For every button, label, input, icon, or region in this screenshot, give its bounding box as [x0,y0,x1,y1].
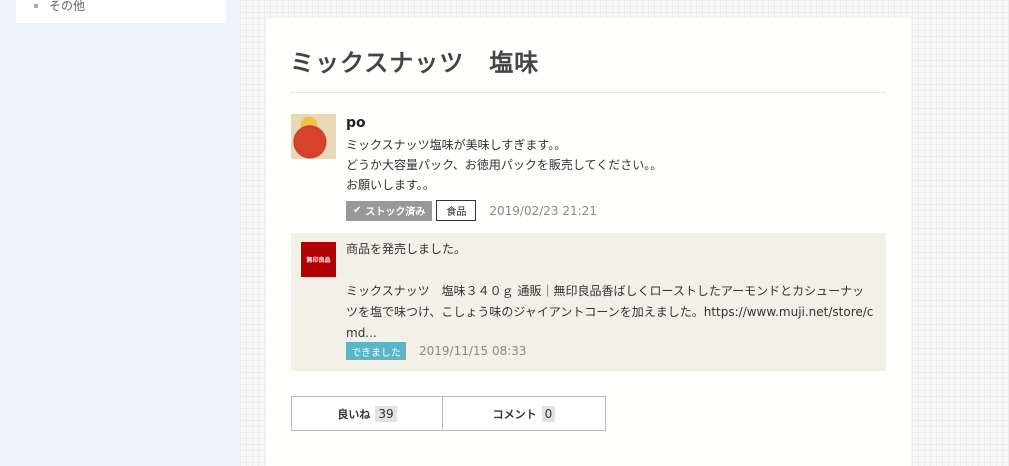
post-body: ミックスナッツ塩味が美味しすぎます。。 どうか大容量パック、お徳用パックを販売し… [346,135,866,195]
reply-line: 商品を発売しました。 [346,242,467,256]
sidebar-category-box: その他 [16,0,226,23]
comment-count: 0 [541,405,556,422]
bullet-icon [34,3,38,8]
post-date: 2019/02/23 21:21 [489,203,597,218]
sidebar-item-label: その他 [49,0,86,13]
post-line: どうか大容量パック、お徳用パックを販売してください。。 [346,158,663,172]
like-count: 39 [375,405,397,422]
reply-meta: できました 2019/11/15 08:33 [346,342,527,360]
request-card: ミックスナッツ 塩味 po ミックスナッツ塩味が美味しすぎます。。 どうか大容量… [266,18,911,466]
reply-line: ミックスナッツ 塩味３４０ｇ 通販｜無印良品香ばしくローストしたアーモンドとカシ… [346,284,865,298]
reply-body: 商品を発売しました。 ミックスナッツ 塩味３４０ｇ 通販｜無印良品香ばしくロース… [346,239,880,344]
post-author[interactable]: po [346,115,366,131]
user-avatar[interactable] [291,114,336,159]
left-sidebar: その他 [0,0,240,466]
post-line: お願いします。。 [346,178,435,192]
title-divider [290,92,886,93]
page-title: ミックスナッツ 塩味 [290,48,540,77]
category-tag[interactable]: 食品 [436,200,477,221]
official-reply: 無印良品 商品を発売しました。 ミックスナッツ 塩味３４０ｇ 通販｜無印良品香ば… [291,233,886,371]
post-line: ミックスナッツ塩味が美味しすぎます。。 [346,138,567,152]
like-label: 良いね [337,407,371,421]
status-badge: できました [346,342,406,360]
stock-label: ストック済み [365,207,426,218]
reply-date: 2019/11/15 08:33 [419,344,527,358]
sidebar-item-other[interactable]: その他 [34,0,85,14]
comment-label: コメント [492,407,537,421]
check-icon: ✔ [353,204,362,216]
muji-logo: 無印良品 [301,242,336,277]
post-meta: ✔ ストック済み 食品 2019/02/23 21:21 [346,200,597,221]
like-button[interactable]: 良いね 39 [292,397,443,430]
action-bar: 良いね 39 コメント 0 [291,396,606,431]
stock-button[interactable]: ✔ ストック済み [346,200,433,221]
reply-line: ツを塩で味つけ、こしょう味のジャイアントコーンを加えました。https://ww… [346,305,874,319]
reply-line: md... [346,326,377,340]
comment-button[interactable]: コメント 0 [443,397,605,430]
